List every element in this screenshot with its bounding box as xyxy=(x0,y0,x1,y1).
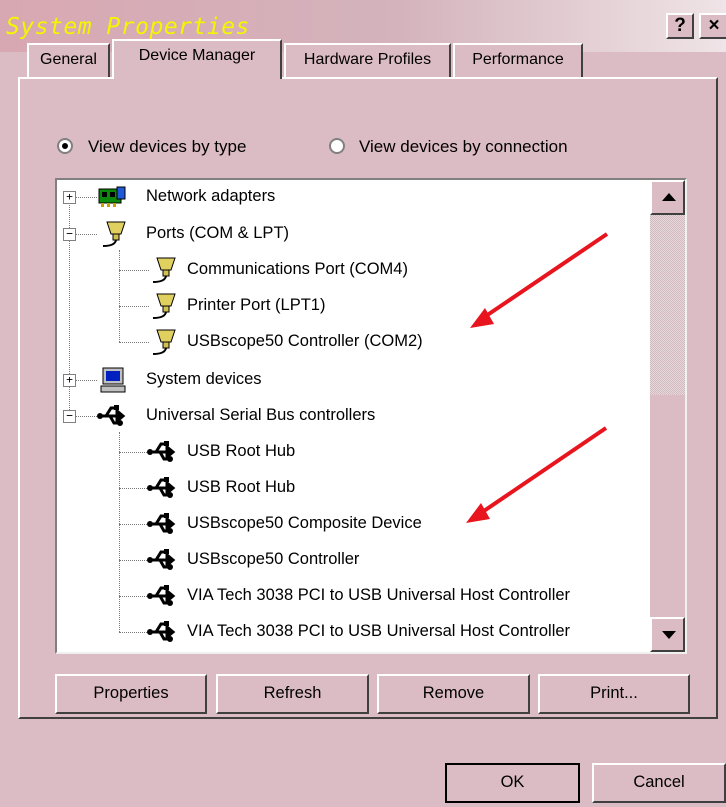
tree-item-network-adapters[interactable]: Network adapters xyxy=(146,187,275,206)
usb-icon xyxy=(147,438,177,466)
help-button[interactable]: ? xyxy=(666,13,694,39)
computer-icon xyxy=(99,366,129,394)
tab-hardware-profiles[interactable]: Hardware Profiles xyxy=(284,43,451,77)
tree-item-usb-root-hub[interactable]: USB Root Hub xyxy=(187,478,295,497)
usb-icon xyxy=(147,510,177,538)
arrow-down-icon xyxy=(662,631,676,639)
system-properties-window: System Properties ? × General Device Man… xyxy=(0,0,726,807)
close-button[interactable]: × xyxy=(699,13,726,39)
tree-item-via-host-controller[interactable]: VIA Tech 3038 PCI to USB Universal Host … xyxy=(187,622,570,641)
ok-button[interactable]: OK xyxy=(445,763,580,803)
port-connector-icon xyxy=(149,292,179,320)
tree-item-usbscope50-controller[interactable]: USBscope50 Controller xyxy=(187,550,359,569)
expand-system-devices[interactable]: + xyxy=(63,374,76,387)
tree-connector xyxy=(119,270,149,271)
port-connector-icon xyxy=(99,220,129,248)
tree-item-usb-controllers[interactable]: Universal Serial Bus controllers xyxy=(146,406,375,425)
tree-item-system-devices[interactable]: System devices xyxy=(146,370,262,389)
tree-connector xyxy=(119,560,149,561)
window-title: System Properties xyxy=(6,14,250,40)
usb-icon xyxy=(97,402,127,430)
network-card-icon xyxy=(97,183,127,211)
view-by-connection-radio[interactable] xyxy=(329,138,345,154)
scroll-down-button[interactable] xyxy=(650,617,685,652)
tree-item-usb-root-hub[interactable]: USB Root Hub xyxy=(187,442,295,461)
collapse-ports[interactable]: − xyxy=(63,228,76,241)
tree-scrollbar[interactable] xyxy=(650,180,685,652)
tree-item-ports[interactable]: Ports (COM & LPT) xyxy=(146,224,289,243)
tree-item-usbscope50-com2[interactable]: USBscope50 Controller (COM2) xyxy=(187,332,423,351)
ports-branch-line xyxy=(119,250,120,342)
scroll-thumb[interactable] xyxy=(650,395,685,627)
usb-icon xyxy=(147,582,177,610)
tree-connector xyxy=(119,488,149,489)
usb-icon xyxy=(147,474,177,502)
refresh-button[interactable]: Refresh xyxy=(216,674,369,714)
port-connector-icon xyxy=(149,328,179,356)
tree-connector xyxy=(119,452,149,453)
tree-connector xyxy=(119,306,149,307)
tree-connector xyxy=(119,524,149,525)
tree-item-lpt1[interactable]: Printer Port (LPT1) xyxy=(187,296,325,315)
view-by-type-radio[interactable] xyxy=(57,138,73,154)
tree-connector xyxy=(119,342,149,343)
print-button[interactable]: Print... xyxy=(538,674,690,714)
usb-icon xyxy=(147,546,177,574)
remove-button[interactable]: Remove xyxy=(377,674,530,714)
collapse-usb-controllers[interactable]: − xyxy=(63,410,76,423)
tab-performance[interactable]: Performance xyxy=(453,43,583,77)
expand-network-adapters[interactable]: + xyxy=(63,191,76,204)
cancel-button[interactable]: Cancel xyxy=(592,763,726,803)
usb-icon xyxy=(147,618,177,646)
tree-connector xyxy=(119,632,149,633)
port-connector-icon xyxy=(149,256,179,284)
tree-item-usbscope50-composite[interactable]: USBscope50 Composite Device xyxy=(187,514,422,533)
properties-button[interactable]: Properties xyxy=(55,674,207,714)
radio-selected-dot xyxy=(62,143,68,149)
tab-general[interactable]: General xyxy=(27,43,110,77)
view-by-type-label[interactable]: View devices by type xyxy=(88,137,246,157)
tree-item-via-host-controller[interactable]: VIA Tech 3038 PCI to USB Universal Host … xyxy=(187,586,570,605)
tab-device-manager[interactable]: Device Manager xyxy=(112,39,282,79)
scroll-up-button[interactable] xyxy=(650,180,685,215)
device-tree[interactable]: + Network adapters − Ports (COM & LPT) C… xyxy=(55,178,687,654)
tree-item-com4[interactable]: Communications Port (COM4) xyxy=(187,260,408,279)
usb-branch-line xyxy=(119,432,120,632)
tree-connector xyxy=(119,596,149,597)
view-by-connection-label[interactable]: View devices by connection xyxy=(359,137,568,157)
arrow-up-icon xyxy=(662,193,676,201)
